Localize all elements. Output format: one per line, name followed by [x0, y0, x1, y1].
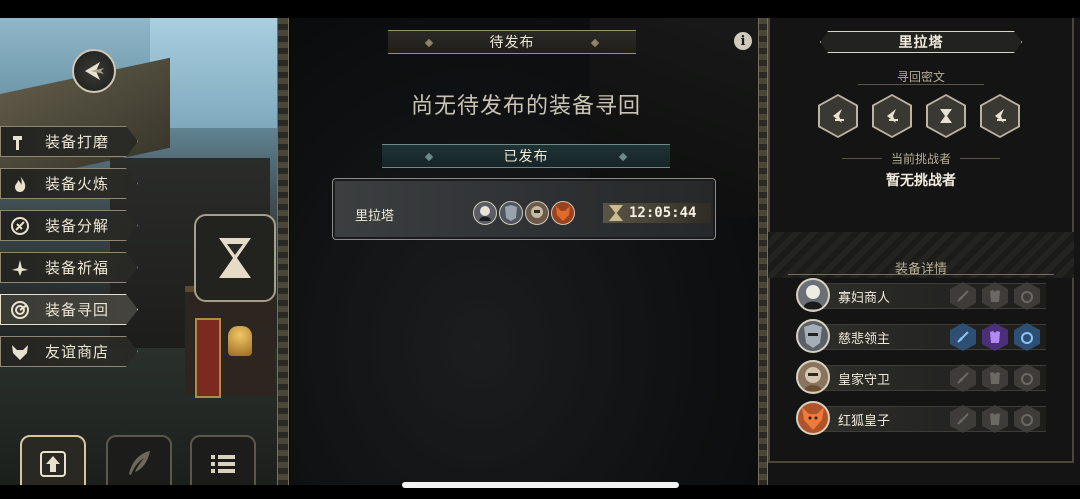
hero-row[interactable]: 寡妇商人 [796, 278, 1046, 312]
stall-banner [195, 318, 221, 398]
boss-title: 里拉塔 [898, 35, 944, 51]
cipher-symbol-1 [818, 94, 858, 138]
diamond-ornament-icon [424, 38, 434, 48]
prayer-icon [5, 253, 35, 282]
hero-name: 红狐皇子 [838, 414, 891, 429]
upgrade-arrow-icon [40, 451, 66, 477]
cipher-symbol-4 [980, 94, 1020, 138]
menu-item-label: 装备打磨 [45, 133, 110, 151]
divider-line [858, 84, 984, 85]
rune-left-icon [887, 109, 898, 123]
menu-item-label: 装备火炼 [45, 175, 110, 193]
timer-value: 12:05:44 [629, 205, 697, 221]
hero-portrait-widow-merchant [796, 278, 830, 312]
left-divider [277, 18, 289, 485]
retrieval-boss-name: 里拉塔 [355, 209, 395, 224]
hero-portrait-merciful-lord [796, 319, 830, 353]
quill-button[interactable] [106, 435, 172, 485]
hero-row[interactable]: 红狐皇子 [796, 401, 1046, 435]
retrieval-timer: 12:05:44 [603, 203, 711, 223]
home-indicator[interactable] [402, 482, 679, 488]
dismantle-icon [5, 211, 35, 240]
menu-item-friend-shop[interactable]: 友谊商店 [0, 336, 138, 367]
cipher-label: 寻回密文 [896, 70, 945, 84]
hero-avatar-widow-merchant [473, 201, 497, 225]
menu-item-label: 友谊商店 [45, 343, 110, 361]
menu-item-label: 装备分解 [45, 217, 110, 235]
upgrade-button[interactable] [20, 435, 86, 485]
empty-pending-message: 尚无待发布的装备寻回 [410, 94, 641, 119]
back-button[interactable] [72, 49, 116, 93]
menu-item-bless[interactable]: 装备祈福 [0, 252, 138, 283]
bell-icon [228, 326, 252, 356]
flame-icon [5, 169, 35, 198]
menu-item-label: 装备祈福 [45, 259, 110, 277]
hero-name: 皇家守卫 [838, 373, 891, 388]
hero-row[interactable]: 慈悲领主 [796, 319, 1046, 353]
back-arrow-icon [85, 62, 104, 80]
challenger-value: 暂无挑战者 [886, 173, 956, 189]
hero-name: 寡妇商人 [838, 291, 891, 306]
diamond-ornament-icon [424, 152, 434, 162]
cipher-symbol-3 [926, 94, 966, 138]
rune-left-icon [995, 109, 1006, 123]
hero-name: 慈悲领主 [838, 332, 891, 347]
pending-header-label: 待发布 [489, 35, 535, 51]
cipher-symbol-2 [872, 94, 912, 138]
hero-portrait-red-fox-prince [796, 401, 830, 435]
hero-row[interactable]: 皇家守卫 [796, 360, 1046, 394]
cipher-symbols [818, 94, 1024, 138]
info-icon[interactable]: i [734, 32, 752, 50]
hero-avatar-red-fox-prince [551, 201, 575, 225]
menu-item-temper[interactable]: 装备火炼 [0, 168, 138, 199]
diamond-ornament-icon [618, 152, 628, 162]
left-scene: 装备打磨 装备火炼 装备分解 装备祈福 装备寻回 友谊商店 [0, 18, 278, 485]
menu-item-dismantle[interactable]: 装备分解 [0, 210, 138, 241]
menu-item-retrieve[interactable]: 装备寻回 [0, 294, 138, 325]
top-black-bar [0, 0, 1080, 18]
menu-item-label: 装备寻回 [45, 301, 110, 319]
published-header: 已发布 [382, 144, 670, 168]
retrieve-icon [5, 295, 35, 324]
retrieve-main-panel: 待发布 i 尚无待发布的装备寻回 已发布 里拉塔 12:05:44 [290, 18, 762, 485]
published-retrieval-card[interactable]: 里拉塔 12:05:44 [332, 178, 716, 240]
challenger-label: 当前挑战者 [890, 152, 951, 166]
diamond-ornament-icon [590, 38, 600, 48]
right-divider [758, 18, 768, 485]
feather-icon [129, 451, 150, 475]
published-header-label: 已发布 [503, 149, 549, 165]
hero-avatar-royal-guard [525, 201, 549, 225]
divider-line [788, 274, 1054, 275]
rune-left-icon [833, 109, 844, 123]
list-button[interactable] [190, 435, 256, 485]
hammer-icon [5, 127, 35, 156]
rune-hourglass-icon [940, 109, 952, 123]
hourglass-icon [219, 238, 251, 278]
retrieval-detail-panel: 里拉塔 寻回密文 当前挑战者 暂无挑战者 装备详情 寡妇商人 慈悲领主 皇家守卫… [768, 18, 1080, 485]
list-icon [211, 455, 235, 473]
menu-item-polish[interactable]: 装备打磨 [0, 126, 138, 157]
boss-title-plaque: 里拉塔 [820, 31, 1022, 53]
hourglass-emblem[interactable] [194, 214, 276, 302]
fox-shop-icon [5, 337, 35, 366]
hero-portrait-royal-guard [796, 360, 830, 394]
pending-header: 待发布 [388, 30, 636, 54]
hero-avatar-merciful-lord [499, 201, 523, 225]
divider-line [960, 158, 1000, 159]
hourglass-icon [609, 205, 623, 221]
